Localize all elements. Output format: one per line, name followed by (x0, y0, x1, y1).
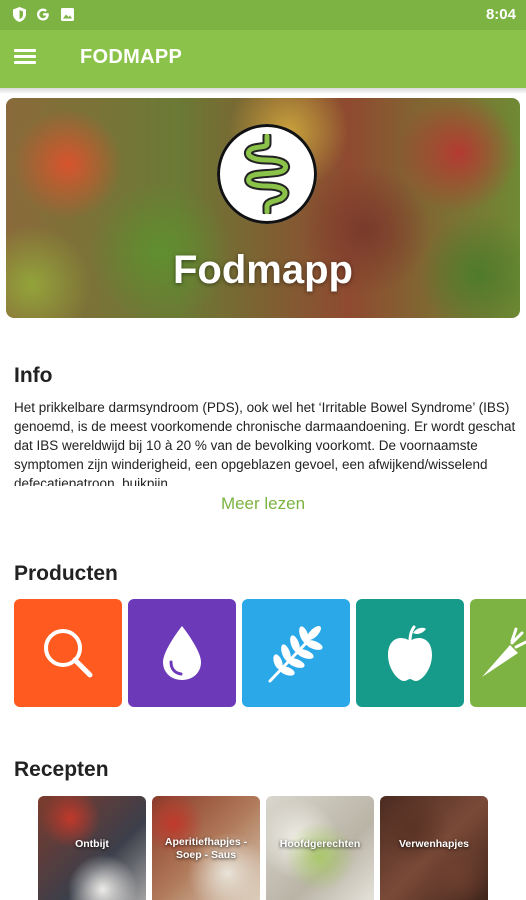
hero-banner: Fodmapp (6, 98, 520, 318)
image-icon (60, 6, 74, 22)
drop-icon (163, 626, 201, 680)
google-icon (36, 6, 50, 22)
product-tile-search[interactable] (14, 599, 122, 707)
info-heading: Info (14, 364, 53, 387)
intestine-logo-icon (217, 124, 317, 224)
product-tile-liquids[interactable] (128, 599, 236, 707)
carrot-icon (482, 627, 526, 677)
hero-title: Fodmapp (173, 248, 353, 292)
status-time: 8:04 (485, 6, 516, 23)
recipe-label: Aperitiefhapjes - Soep - Saus (164, 836, 248, 861)
recipe-card-appetizers[interactable]: Aperitiefhapjes - Soep - Saus (152, 796, 260, 900)
info-text: Het prikkelbare darmsyndroom (PDS), ook … (14, 400, 516, 486)
search-icon (44, 629, 93, 678)
app-bar: FODMAPP (0, 30, 526, 88)
status-bar: 8:04 (0, 0, 526, 30)
product-tile-vegetables[interactable] (470, 599, 526, 707)
app-title: FODMAPP (80, 46, 183, 68)
shield-icon (12, 6, 26, 22)
recipe-card-breakfast[interactable]: Ontbijt (38, 796, 146, 900)
wheat-icon (268, 626, 323, 683)
read-more-link[interactable]: Meer lezen (0, 494, 526, 514)
hamburger-menu-icon[interactable] (12, 46, 40, 72)
recipe-label: Ontbijt (75, 838, 109, 850)
apple-icon (388, 625, 432, 681)
recipe-card-treats[interactable]: Verwenhapjes (380, 796, 488, 900)
recipes-heading: Recepten (14, 758, 109, 781)
product-tiles (14, 599, 526, 709)
app-bar-shadow (0, 88, 526, 94)
recipe-card-main-courses[interactable]: Hoofdgerechten (266, 796, 374, 900)
products-heading: Producten (14, 562, 118, 585)
product-tile-fruit[interactable] (356, 599, 464, 707)
recipe-label: Verwenhapjes (398, 838, 470, 850)
recipe-cards: Ontbijt Aperitiefhapjes - Soep - Saus Ho… (38, 796, 526, 900)
status-icons (12, 6, 74, 22)
recipe-label: Hoofdgerechten (279, 838, 361, 850)
product-tile-grains[interactable] (242, 599, 350, 707)
